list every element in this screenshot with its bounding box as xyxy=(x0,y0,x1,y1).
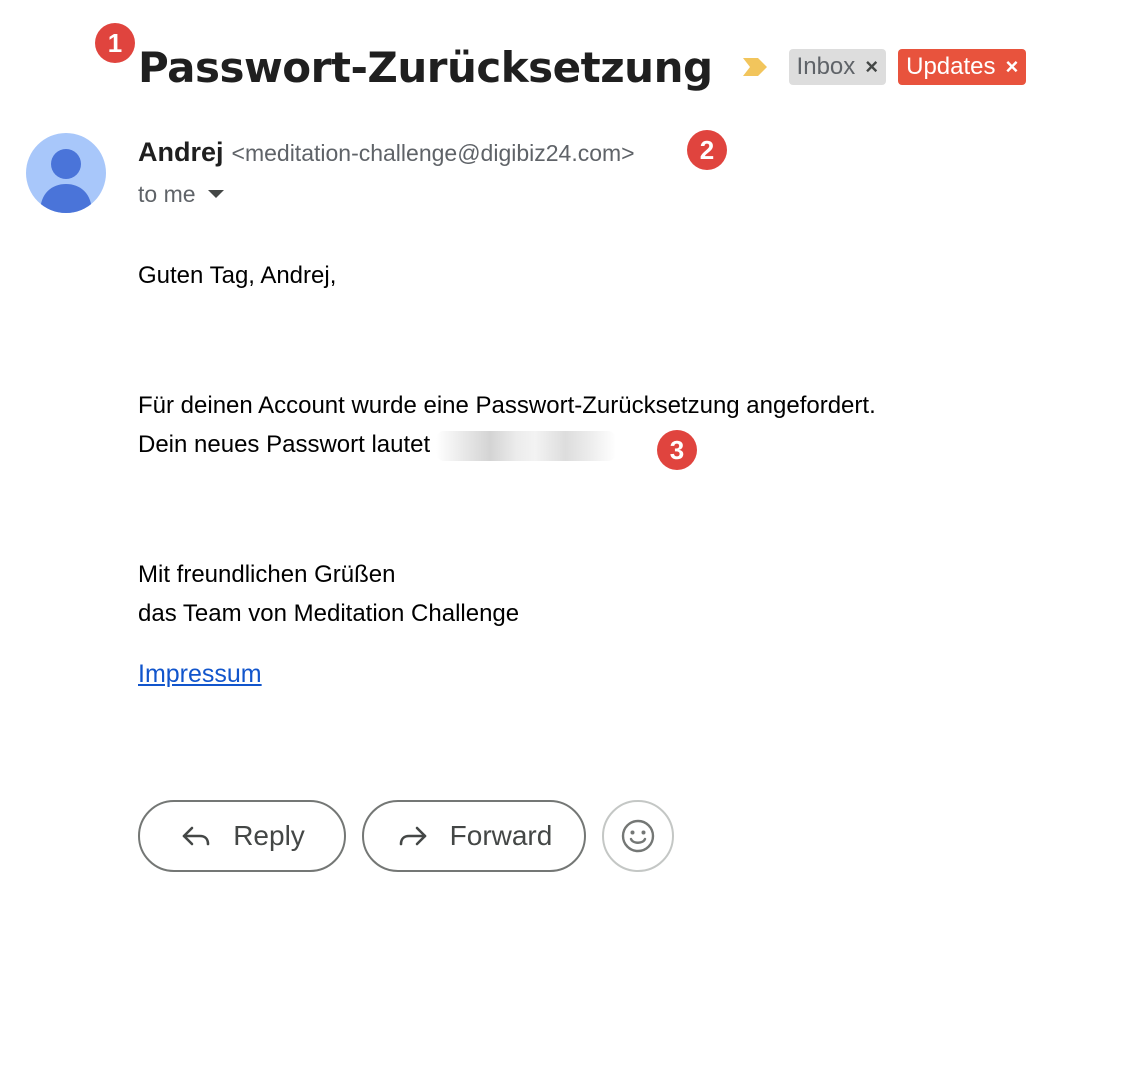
password-intro-text: Dein neues Passwort lautet xyxy=(138,431,431,458)
subject-row: Passwort-Zurücksetzung Inbox × Updates × xyxy=(138,40,1027,94)
forward-label: Forward xyxy=(449,820,553,851)
chevron-down-icon xyxy=(207,190,224,198)
label-chip-inbox: Inbox × xyxy=(788,49,887,85)
recipient-label: to me xyxy=(138,180,196,207)
emoji-reaction-button[interactable] xyxy=(602,800,674,872)
label-chip-updates: Updates × xyxy=(898,49,1027,85)
message-line-1: Für deinen Account wurde eine Passwort-Z… xyxy=(138,392,876,419)
reply-arrow-icon xyxy=(182,826,210,846)
message-paragraph: Für deinen Account wurde eine Passwort-Z… xyxy=(138,386,876,464)
remove-label-updates-icon[interactable]: × xyxy=(1006,54,1019,80)
message-line-2: Dein neues Passwort lautet xyxy=(138,425,876,464)
forward-button[interactable]: Forward xyxy=(362,800,586,872)
message-closing: Mit freundlichen Grüßen das Team von Med… xyxy=(138,555,519,633)
closing-line-1: Mit freundlichen Grüßen xyxy=(138,561,396,588)
reply-label: Reply xyxy=(233,820,305,851)
label-updates-text: Updates xyxy=(906,53,996,80)
sender-name[interactable]: Andrej xyxy=(138,137,224,168)
person-avatar-icon xyxy=(40,149,92,213)
impressum-link[interactable]: Impressum xyxy=(138,660,262,689)
message-greeting: Guten Tag, Andrej, xyxy=(138,262,337,289)
emoji-reaction-icon xyxy=(621,819,655,853)
closing-line-2: das Team von Meditation Challenge xyxy=(138,600,520,627)
annotation-badge-2: 2 xyxy=(687,130,727,170)
annotation-badge-1: 1 xyxy=(95,23,135,63)
redacted-password xyxy=(436,430,617,461)
sender-avatar[interactable] xyxy=(26,133,106,213)
label-inbox-text: Inbox xyxy=(796,53,856,80)
remove-label-inbox-icon[interactable]: × xyxy=(865,54,878,80)
recipient-details-toggle[interactable]: to me xyxy=(138,179,224,209)
reply-button[interactable]: Reply xyxy=(138,800,346,872)
sender-email: <meditation-challenge@digibiz24.com> xyxy=(231,140,635,166)
forward-arrow-icon xyxy=(399,826,426,846)
importance-marker-icon[interactable] xyxy=(741,56,769,78)
sender-row: Andrej <meditation-challenge@digibiz24.c… xyxy=(138,137,635,171)
email-subject: Passwort-Zurücksetzung xyxy=(138,42,713,92)
